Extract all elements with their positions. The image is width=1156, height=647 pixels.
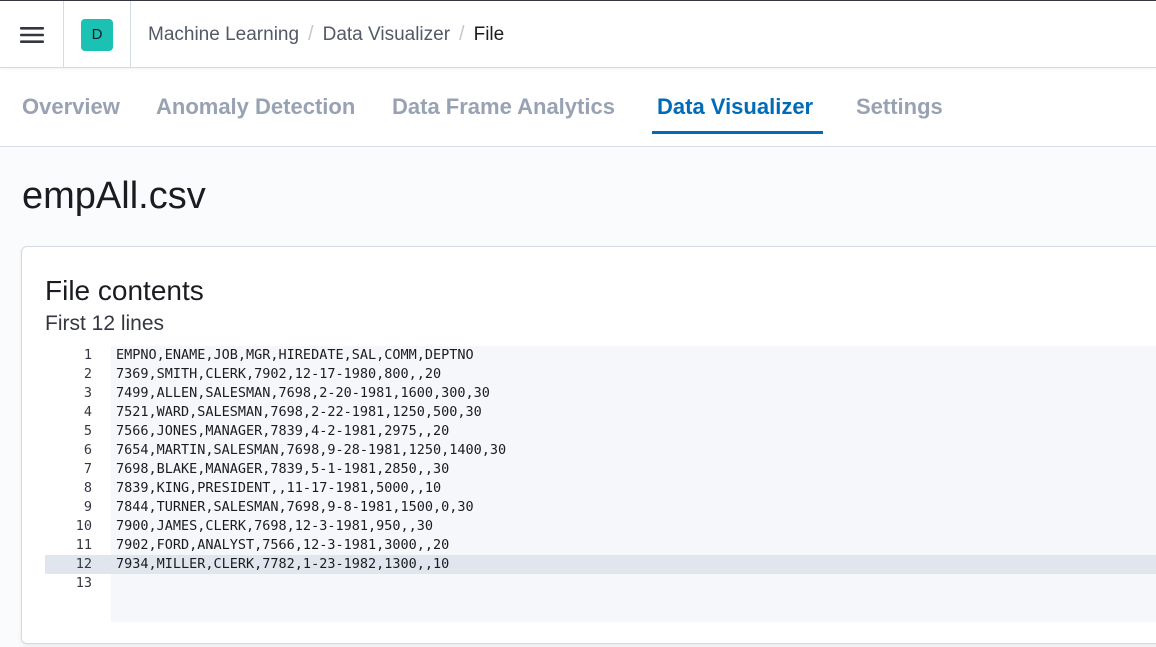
code-line: 13 [45, 574, 1156, 593]
line-number: 8 [83, 480, 92, 496]
line-number: 9 [83, 499, 92, 515]
code-line: 6 7654,MARTIN,SALESMAN,7698,9-28-1981,125… [45, 441, 1156, 460]
line-text: 7521,WARD,SALESMAN,7698,2-22-1981,1250,5… [116, 404, 482, 420]
breadcrumb-data-visualizer[interactable]: Data Visualizer [323, 24, 450, 46]
line-number: 5 [83, 423, 92, 439]
line-number: 2 [83, 366, 92, 382]
breadcrumb-file: File [473, 23, 505, 45]
tab-overview[interactable]: Overview [22, 68, 120, 146]
line-number: 4 [83, 404, 92, 420]
line-text: 7698,BLAKE,MANAGER,7839,5-1-1981,2850,,3… [116, 461, 450, 477]
line-number: 10 [75, 518, 92, 534]
line-text: 7499,ALLEN,SALESMAN,7698,2-20-1981,1600,… [116, 385, 490, 401]
menu-button[interactable] [0, 1, 64, 68]
line-text: 7566,JONES,MANAGER,7839,4-2-1981,2975,,2… [116, 423, 450, 439]
code-line: 5 7566,JONES,MANAGER,7839,4-2-1981,2975,,… [45, 422, 1156, 441]
line-text: 7934,MILLER,CLERK,7782,1-23-1982,1300,,1… [116, 556, 450, 572]
code-line: 8 7839,KING,PRESIDENT,,11-17-1981,5000,,1… [45, 479, 1156, 498]
line-text: 7900,JAMES,CLERK,7698,12-3-1981,950,,30 [116, 518, 433, 534]
line-text: EMPNO,ENAME,JOB,MGR,HIREDATE,SAL,COMM,DE… [116, 347, 474, 363]
file-contents-panel: File contents First 12 lines 1 EMPNO,ENAM… [21, 246, 1156, 644]
tab-anomaly-detection[interactable]: Anomaly Detection [156, 68, 355, 146]
line-number: 1 [83, 347, 92, 363]
line-text: 7839,KING,PRESIDENT,,11-17-1981,5000,,10 [116, 480, 442, 496]
line-number: 13 [75, 575, 92, 591]
breadcrumb: Machine Learning / Data Visualizer / Fil… [148, 1, 504, 68]
code-line: 11 7902,FORD,ANALYST,7566,12-3-1981,3000,… [45, 536, 1156, 555]
file-contents-editor[interactable]: 1 EMPNO,ENAME,JOB,MGR,HIREDATE,SAL,COMM,D… [45, 346, 1156, 622]
breadcrumb-machine-learning[interactable]: Machine Learning [148, 24, 299, 46]
page-title: empAll.csv [22, 175, 206, 217]
space-avatar[interactable]: D [81, 18, 113, 51]
line-text: 7654,MARTIN,SALESMAN,7698,9-28-1981,1250… [116, 442, 507, 458]
tab-data-visualizer[interactable]: Data Visualizer [657, 68, 813, 146]
code-line: 10 7900,JAMES,CLERK,7698,12-3-1981,950,,3… [45, 517, 1156, 536]
ml-tabs: Overview Anomaly Detection Data Frame An… [0, 68, 1156, 147]
line-number: 6 [83, 442, 92, 458]
line-number: 12 [75, 556, 92, 572]
panel-title: File contents [45, 275, 204, 306]
breadcrumb-separator: / [459, 23, 465, 45]
top-header: D Machine Learning / Data Visualizer / F… [0, 0, 1156, 68]
tab-data-frame-analytics[interactable]: Data Frame Analytics [392, 68, 615, 146]
space-selector: D [64, 1, 131, 68]
line-text: 7844,TURNER,SALESMAN,7698,9-8-1981,1500,… [116, 499, 474, 515]
line-text: 7902,FORD,ANALYST,7566,12-3-1981,3000,,2… [116, 537, 450, 553]
line-text: 7369,SMITH,CLERK,7902,12-17-1980,800,,20 [116, 366, 442, 382]
line-number: 7 [83, 461, 92, 477]
tab-settings[interactable]: Settings [856, 68, 943, 146]
breadcrumb-separator: / [308, 23, 314, 45]
code-line: 1 EMPNO,ENAME,JOB,MGR,HIREDATE,SAL,COMM,D… [45, 346, 1156, 365]
active-tab-indicator [652, 131, 823, 134]
line-number: 3 [83, 385, 92, 401]
code-line: 9 7844,TURNER,SALESMAN,7698,9-8-1981,1500… [45, 498, 1156, 517]
code-line: 3 7499,ALLEN,SALESMAN,7698,2-20-1981,1600… [45, 384, 1156, 403]
line-number: 11 [75, 537, 92, 553]
panel-subtitle: First 12 lines [45, 312, 165, 335]
code-line: 4 7521,WARD,SALESMAN,7698,2-22-1981,1250,… [45, 403, 1156, 422]
code-line: 12 7934,MILLER,CLERK,7782,1-23-1982,1300,… [45, 555, 1156, 574]
code-line: 2 7369,SMITH,CLERK,7902,12-17-1980,800,,2… [45, 365, 1156, 384]
code-line: 7 7698,BLAKE,MANAGER,7839,5-1-1981,2850,,… [45, 460, 1156, 479]
hamburger-menu-icon [19, 26, 44, 43]
